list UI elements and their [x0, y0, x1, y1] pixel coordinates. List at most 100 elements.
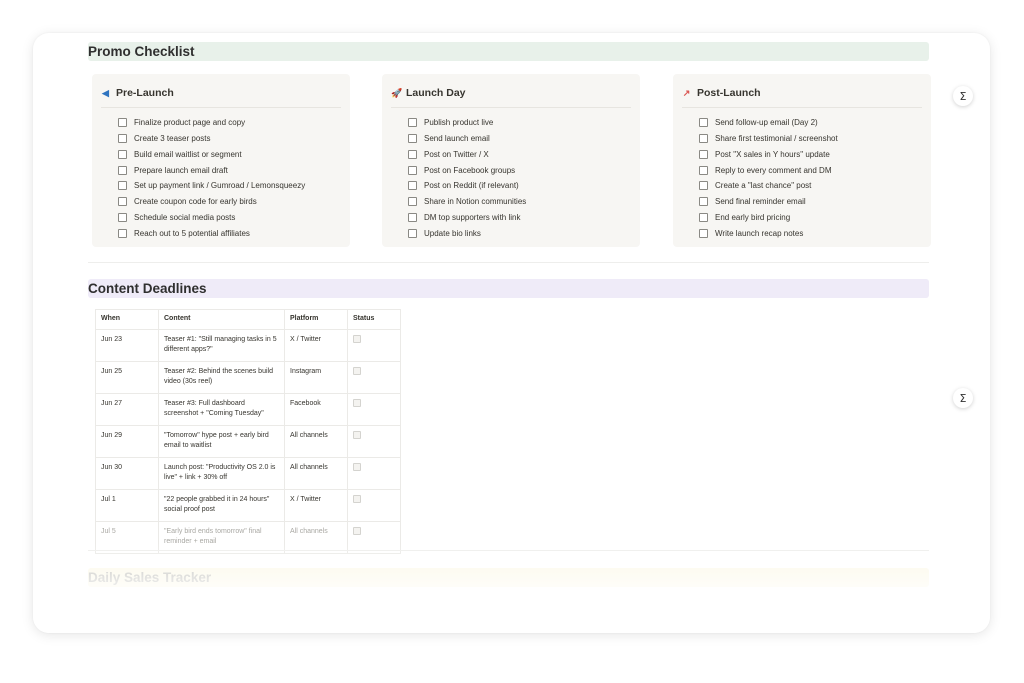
todo-checkbox[interactable] — [699, 134, 708, 144]
todo-label[interactable]: Post on Facebook groups — [424, 166, 515, 175]
cell-content[interactable]: Teaser #1: "Still managing tasks in 5 di… — [158, 328, 285, 362]
cell-content[interactable]: Teaser #3: Full dashboard screenshot + "… — [158, 392, 285, 426]
cell-status — [347, 360, 401, 394]
todo-checkbox[interactable] — [118, 134, 127, 144]
megaphone-icon: ◀ — [102, 87, 109, 98]
status-checkbox[interactable] — [353, 366, 361, 375]
table-row[interactable]: Jul 1 "22 people grabbed it in 24 hours" … — [95, 488, 401, 522]
cell-content[interactable]: Launch post: "Productivity OS 2.0 is liv… — [158, 456, 285, 490]
cell-content[interactable]: Teaser #2: Behind the scenes build video… — [158, 360, 285, 394]
todo-label[interactable]: Write launch recap notes — [715, 229, 803, 238]
cell-when[interactable]: Jun 30 — [95, 456, 159, 490]
cell-status — [347, 328, 401, 362]
cell-platform[interactable]: All channels — [284, 456, 348, 490]
todo-checkbox[interactable] — [408, 197, 417, 207]
cell-platform[interactable]: All channels — [284, 424, 348, 458]
content-deadlines-title: Content Deadlines — [88, 281, 207, 296]
todo-checkbox[interactable] — [118, 118, 127, 128]
todo-checkbox[interactable] — [699, 118, 708, 128]
todo-label[interactable]: Post on Reddit (if relevant) — [424, 181, 519, 190]
status-checkbox[interactable] — [353, 526, 361, 535]
todo-label[interactable]: Post on Twitter / X — [424, 150, 489, 159]
status-checkbox[interactable] — [353, 494, 361, 503]
todo-checkbox[interactable] — [118, 228, 127, 238]
todo-checkbox[interactable] — [408, 118, 417, 128]
todo-label[interactable]: Create a "last chance" post — [715, 181, 811, 190]
todo-checkbox[interactable] — [699, 181, 708, 191]
cell-content[interactable]: "Tomorrow" hype post + early bird email … — [158, 424, 285, 458]
todo-label[interactable]: Send follow-up email (Day 2) — [715, 118, 818, 127]
todo-label[interactable]: Finalize product page and copy — [134, 118, 245, 127]
todo-checkbox[interactable] — [118, 197, 127, 207]
todo-checkbox[interactable] — [699, 165, 708, 175]
sigma-icon[interactable]: Σ — [953, 86, 973, 106]
cell-when[interactable]: Jun 23 — [95, 328, 159, 362]
status-checkbox[interactable] — [353, 398, 361, 407]
column-header-status[interactable]: Status — [347, 309, 401, 330]
table-row[interactable]: Jul 5 "Early bird ends tomorrow" final re… — [95, 520, 401, 554]
checklist-column-header: ↗ Post-Launch — [682, 85, 922, 101]
status-checkbox[interactable] — [353, 334, 361, 343]
cell-platform[interactable]: X / Twitter — [284, 488, 348, 522]
status-checkbox[interactable] — [353, 430, 361, 439]
checklist-column-title: Launch Day — [406, 87, 466, 99]
cell-platform[interactable]: All channels — [284, 520, 348, 554]
todo-label[interactable]: Create 3 teaser posts — [134, 134, 210, 143]
todo-checkbox[interactable] — [699, 149, 708, 159]
todo-checkbox[interactable] — [408, 228, 417, 238]
daily-sales-tracker-heading: Daily Sales Tracker — [88, 568, 929, 587]
todo-label[interactable]: Build email waitlist or segment — [134, 150, 242, 159]
todo-checkbox[interactable] — [408, 165, 417, 175]
cell-when[interactable]: Jun 25 — [95, 360, 159, 394]
column-header-when[interactable]: When — [95, 309, 159, 330]
table-row[interactable]: Jun 29 "Tomorrow" hype post + early bird … — [95, 424, 401, 458]
todo-label[interactable]: Prepare launch email draft — [134, 166, 228, 175]
cell-when[interactable]: Jul 1 — [95, 488, 159, 522]
todo-label[interactable]: DM top supporters with link — [424, 213, 520, 222]
cell-content[interactable]: "22 people grabbed it in 24 hours" socia… — [158, 488, 285, 522]
todo-label[interactable]: Post "X sales in Y hours" update — [715, 150, 830, 159]
todo-label[interactable]: Reply to every comment and DM — [715, 166, 832, 175]
todo-label[interactable]: End early bird pricing — [715, 213, 790, 222]
column-header-content[interactable]: Content — [158, 309, 285, 330]
table-row[interactable]: Jun 27 Teaser #3: Full dashboard screensh… — [95, 392, 401, 426]
status-checkbox[interactable] — [353, 462, 361, 471]
checklist-column-header: 🚀 Launch Day — [391, 85, 631, 101]
todo-checkbox[interactable] — [699, 212, 708, 222]
table-row[interactable]: Jun 30 Launch post: "Productivity OS 2.0 … — [95, 456, 401, 490]
todo-checkbox[interactable] — [699, 197, 708, 207]
todo-label[interactable]: Share in Notion communities — [424, 197, 526, 206]
todo-checkbox[interactable] — [408, 149, 417, 159]
todo-label[interactable]: Reach out to 5 potential affiliates — [134, 229, 250, 238]
todo-label[interactable]: Send launch email — [424, 134, 490, 143]
todo-label[interactable]: Create coupon code for early birds — [134, 197, 257, 206]
todo-checkbox[interactable] — [408, 134, 417, 144]
todo-checkbox[interactable] — [699, 228, 708, 238]
todo-label[interactable]: Schedule social media posts — [134, 213, 235, 222]
todo-checkbox[interactable] — [118, 181, 127, 191]
todo-item: Create coupon code for early birds — [101, 194, 341, 210]
sigma-icon[interactable]: Σ — [953, 388, 973, 408]
table-row[interactable]: Jun 25 Teaser #2: Behind the scenes build… — [95, 360, 401, 394]
table-row[interactable]: Jun 23 Teaser #1: "Still managing tasks i… — [95, 328, 401, 362]
cell-when[interactable]: Jun 27 — [95, 392, 159, 426]
cell-content[interactable]: "Early bird ends tomorrow" final reminde… — [158, 520, 285, 554]
todo-label[interactable]: Send final reminder email — [715, 197, 806, 206]
todo-checkbox[interactable] — [118, 149, 127, 159]
todo-label[interactable]: Publish product live — [424, 118, 493, 127]
todo-checkbox[interactable] — [118, 165, 127, 175]
todo-checkbox[interactable] — [118, 212, 127, 222]
cell-when[interactable]: Jul 5 — [95, 520, 159, 554]
todo-item: Finalize product page and copy — [101, 115, 341, 131]
todo-checkbox[interactable] — [408, 181, 417, 191]
todo-label[interactable]: Set up payment link / Gumroad / Lemonsqu… — [134, 181, 305, 190]
todo-label[interactable]: Update bio links — [424, 229, 481, 238]
cell-platform[interactable]: Facebook — [284, 392, 348, 426]
column-header-platform[interactable]: Platform — [284, 309, 348, 330]
todo-item: Write launch recap notes — [682, 225, 922, 241]
cell-platform[interactable]: X / Twitter — [284, 328, 348, 362]
todo-checkbox[interactable] — [408, 212, 417, 222]
cell-when[interactable]: Jun 29 — [95, 424, 159, 458]
todo-label[interactable]: Share first testimonial / screenshot — [715, 134, 838, 143]
cell-platform[interactable]: Instagram — [284, 360, 348, 394]
